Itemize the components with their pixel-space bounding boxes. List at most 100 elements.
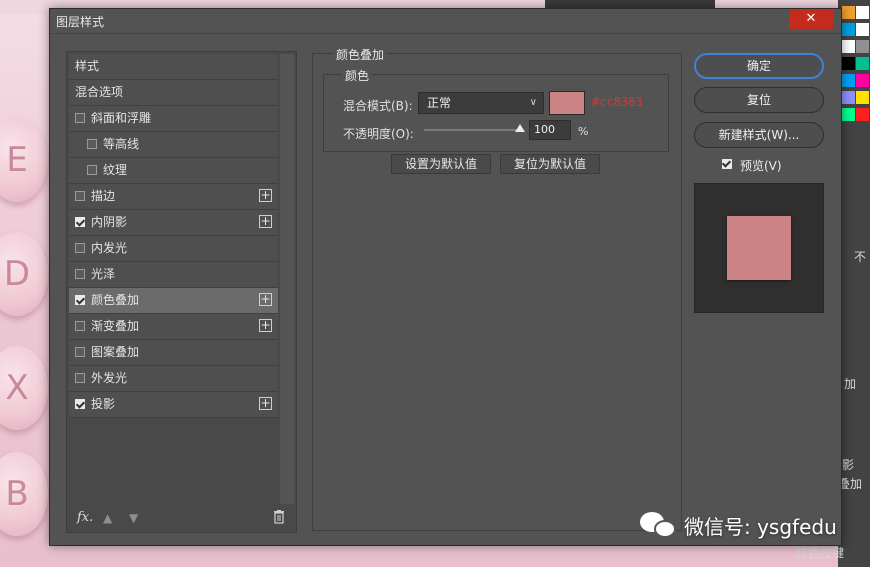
style-item-label: 图案叠加	[91, 345, 140, 359]
dialog-titlebar[interactable]: 图层样式 ✕	[50, 9, 841, 34]
styles-header-label: 样式	[75, 59, 100, 73]
add-style-plus-icon[interactable]: +	[259, 189, 272, 202]
styles-list: 样式 混合选项 斜面和浮雕等高线纹理描边 + 内阴影 + 内发光光泽颜色叠加 + 渐变叠加 +…	[69, 54, 278, 418]
preview-thumbnail	[694, 183, 824, 313]
fx-button[interactable]: fx.	[77, 510, 93, 525]
opacity-input[interactable]: 100	[529, 120, 571, 140]
style-item[interactable]: 光泽	[69, 262, 278, 288]
color-section-title: 颜色	[342, 67, 373, 84]
style-checkbox[interactable]	[75, 269, 85, 279]
styles-scrollbar[interactable]	[280, 54, 294, 504]
reset-label: 复位	[746, 93, 771, 107]
color-swatch[interactable]	[842, 74, 855, 87]
style-item[interactable]: 渐变叠加 +	[69, 314, 278, 340]
color-swatch[interactable]	[856, 23, 869, 36]
color-swatch[interactable]	[856, 40, 869, 53]
layer-style-dialog: 图层样式 ✕ 样式 混合选项 斜面和浮雕 等高线 纹理 描边 + 内阴影 + 内发光 光泽 颜色叠…	[49, 8, 842, 546]
preview-swatch	[727, 216, 791, 280]
color-swatch[interactable]	[842, 23, 855, 36]
style-checkbox[interactable]	[75, 295, 85, 305]
ok-button[interactable]: 确定	[694, 53, 824, 79]
blend-mode-value: 正常	[427, 96, 452, 110]
style-item[interactable]: 外发光	[69, 366, 278, 392]
color-swatch[interactable]	[842, 91, 855, 104]
color-swatch[interactable]	[856, 6, 869, 19]
set-default-button[interactable]: 设置为默认值	[391, 154, 491, 174]
arrow-up-icon[interactable]: ▲	[103, 511, 112, 525]
watermark: 微信号: ysgfedu	[640, 510, 837, 540]
color-swatch[interactable]	[856, 108, 869, 121]
style-item-label: 颜色叠加	[91, 293, 140, 307]
styles-header[interactable]: 样式	[69, 54, 278, 80]
style-item-label: 内阴影	[91, 215, 128, 229]
arrow-down-icon[interactable]: ▼	[129, 511, 138, 525]
add-style-plus-icon[interactable]: +	[259, 397, 272, 410]
style-item-label: 外发光	[91, 371, 128, 385]
layer-name: 红色按键	[796, 546, 845, 560]
style-item-label: 纹理	[103, 163, 128, 177]
style-item[interactable]: 斜面和浮雕	[69, 106, 278, 132]
style-item[interactable]: 纹理	[69, 158, 278, 184]
dock-text: 不	[854, 250, 867, 264]
style-item-label: 斜面和浮雕	[91, 111, 152, 125]
style-checkbox[interactable]	[75, 347, 85, 357]
style-item-label: 描边	[91, 189, 116, 203]
style-checkbox[interactable]	[75, 191, 85, 201]
color-swatch[interactable]	[842, 6, 855, 19]
color-swatch[interactable]	[856, 57, 869, 70]
dock-text: 影	[842, 458, 855, 472]
trash-icon[interactable]	[273, 510, 285, 524]
color-swatch[interactable]	[842, 57, 855, 70]
add-style-plus-icon[interactable]: +	[259, 215, 272, 228]
color-swatch[interactable]	[842, 40, 855, 53]
style-item[interactable]: 内阴影 +	[69, 210, 278, 236]
style-item[interactable]: 等高线	[69, 132, 278, 158]
wechat-icon	[640, 510, 676, 540]
style-checkbox[interactable]	[75, 243, 85, 253]
style-item[interactable]: 颜色叠加 +	[69, 288, 278, 314]
opacity-slider-track[interactable]	[424, 129, 520, 131]
style-item-label: 光泽	[91, 267, 116, 281]
add-style-plus-icon[interactable]: +	[259, 319, 272, 332]
color-swatch[interactable]	[856, 74, 869, 87]
style-checkbox[interactable]	[75, 321, 85, 331]
blend-mode-select[interactable]: 正常 ∨	[418, 92, 544, 114]
style-checkbox[interactable]	[75, 113, 85, 123]
dock-text: 加	[844, 377, 857, 391]
right-dock-panel: 不 加 影 叠加	[838, 0, 870, 567]
style-checkbox[interactable]	[75, 399, 85, 409]
color-overlay-panel: 颜色叠加 颜色 混合模式(B): 正常 ∨ #cc8383 不透明度(O): 1…	[312, 46, 682, 531]
style-item-label: 等高线	[103, 137, 140, 151]
style-item[interactable]: 投影 +	[69, 392, 278, 418]
style-item[interactable]: 图案叠加	[69, 340, 278, 366]
opacity-slider-thumb[interactable]	[515, 124, 525, 132]
percent-label: %	[578, 125, 589, 138]
new-style-button[interactable]: 新建样式(W)...	[694, 122, 824, 148]
reset-button[interactable]: 复位	[694, 87, 824, 113]
color-swatch[interactable]	[856, 91, 869, 104]
new-style-label: 新建样式(W)...	[718, 128, 800, 142]
color-section: 颜色 混合模式(B): 正常 ∨ #cc8383 不透明度(O): 100 %	[323, 67, 669, 152]
blending-options-label: 混合选项	[75, 85, 124, 99]
styles-footer: fx. ▲ ▼	[67, 508, 296, 532]
close-button[interactable]: ✕	[789, 9, 833, 29]
watermark-text: 微信号: ysgfedu	[684, 514, 837, 539]
preview-label: 预览(V)	[740, 159, 782, 173]
add-style-plus-icon[interactable]: +	[259, 293, 272, 306]
style-item[interactable]: 内发光	[69, 236, 278, 262]
overlay-color-swatch[interactable]	[549, 91, 585, 115]
close-icon: ✕	[805, 11, 817, 26]
style-item-label: 渐变叠加	[91, 319, 140, 333]
style-checkbox[interactable]	[87, 165, 97, 175]
opacity-label: 不透明度(O):	[343, 127, 414, 141]
reset-default-button[interactable]: 复位为默认值	[500, 154, 600, 174]
style-checkbox[interactable]	[75, 217, 85, 227]
style-checkbox[interactable]	[87, 139, 97, 149]
color-swatch[interactable]	[842, 108, 855, 121]
style-item[interactable]: 描边 +	[69, 184, 278, 210]
style-checkbox[interactable]	[75, 373, 85, 383]
blend-mode-label: 混合模式(B):	[343, 99, 413, 113]
preview-checkbox[interactable]	[722, 159, 732, 169]
blending-options-item[interactable]: 混合选项	[69, 80, 278, 106]
styles-list-panel: 样式 混合选项 斜面和浮雕等高线纹理描边 + 内阴影 + 内发光光泽颜色叠加 + 渐变叠加 +…	[66, 51, 297, 533]
